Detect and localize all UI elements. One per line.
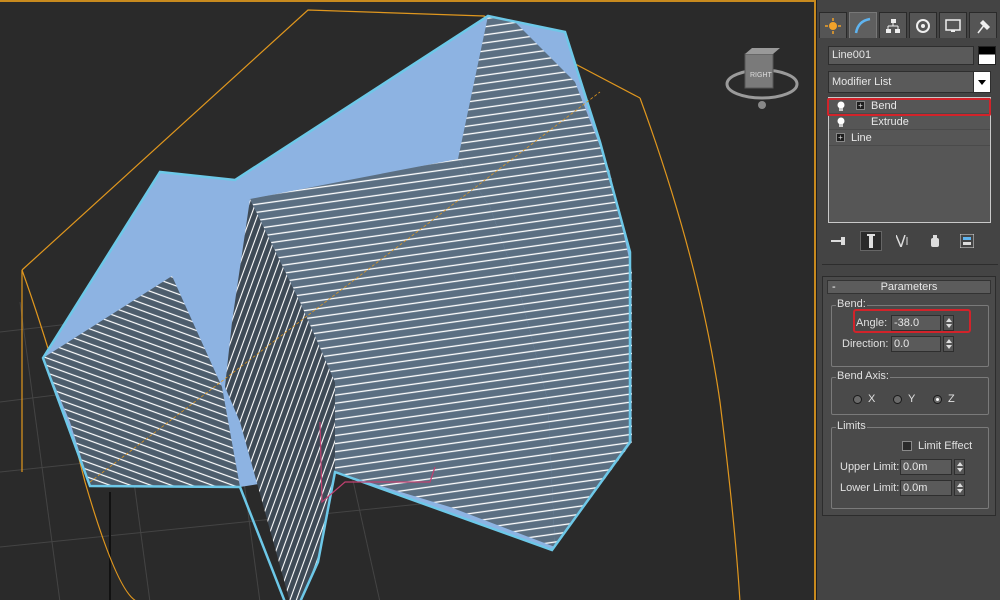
stack-toolbar	[828, 230, 991, 252]
tab-motion[interactable]	[909, 12, 937, 38]
lower-limit-label: Lower Limit:	[840, 482, 900, 494]
utilities-icon	[977, 19, 991, 33]
lightbulb-icon[interactable]	[836, 117, 846, 127]
parameters-title: Parameters	[880, 281, 938, 293]
hierarchy-icon	[886, 18, 900, 33]
stack-item-label: Extrude	[871, 115, 909, 128]
show-end-result-button[interactable]	[860, 231, 882, 251]
svg-text:RIGHT: RIGHT	[750, 72, 773, 79]
trash-icon	[931, 235, 939, 247]
upper-limit-label: Upper Limit:	[840, 461, 900, 473]
axis-z-label: Z	[948, 393, 955, 405]
upper-limit-spinner[interactable]: 0.0m	[900, 459, 965, 475]
stack-item-extrude[interactable]: Extrude	[829, 114, 990, 130]
lower-limit-spinner[interactable]: 0.0m	[900, 480, 965, 496]
stack-item-line[interactable]: + Line	[829, 130, 990, 146]
radio-icon	[853, 394, 862, 404]
configure-icon	[960, 234, 974, 248]
tab-utilities[interactable]	[969, 12, 997, 38]
angle-highlight-box	[853, 309, 971, 333]
object-name-field[interactable]: Line001	[828, 46, 974, 65]
pin-icon	[831, 237, 845, 245]
limit-effect-checkbox[interactable]: Limit Effect	[902, 440, 972, 452]
bend-highlight-box	[827, 98, 991, 116]
end-result-icon	[867, 234, 875, 248]
collapse-icon: -	[832, 281, 836, 293]
viewcube-icon: RIGHT	[725, 48, 799, 109]
stack-item-label: Line	[851, 131, 872, 144]
bend-axis-group-title: Bend Axis:	[836, 370, 890, 382]
radio-icon	[893, 394, 902, 404]
parameters-rollout-header[interactable]: - Parameters	[827, 280, 991, 294]
upper-limit-field[interactable]: 0.0m	[900, 459, 952, 475]
motion-icon	[916, 18, 930, 33]
tab-hierarchy[interactable]	[879, 12, 907, 38]
tab-modify[interactable]	[849, 12, 877, 38]
command-panel-tabs	[817, 12, 1000, 40]
axis-y-radio[interactable]: Y	[893, 393, 915, 405]
modify-icon	[854, 17, 871, 33]
direction-field[interactable]: 0.0	[891, 336, 941, 352]
remove-modifier-button[interactable]	[924, 231, 946, 251]
axis-x-radio[interactable]: X	[853, 393, 875, 405]
perspective-viewport[interactable]: RIGHT	[0, 0, 816, 600]
spinner-arrows-icon[interactable]	[943, 336, 954, 352]
command-panel: Line001 Modifier List + Bend Extrude + L…	[816, 0, 1000, 600]
display-icon	[945, 18, 961, 32]
limits-group: Limits Limit Effect Upper Limit: 0.0m Lo…	[831, 420, 989, 509]
chevron-down-icon	[973, 72, 990, 92]
divider	[822, 264, 998, 265]
make-unique-button[interactable]	[892, 231, 914, 251]
expand-icon[interactable]: +	[836, 133, 845, 142]
limit-effect-label: Limit Effect	[918, 440, 973, 452]
make-unique-icon	[896, 235, 908, 247]
bend-axis-group: Bend Axis: X Y Z	[831, 370, 989, 415]
radio-selected-icon	[933, 394, 942, 404]
tab-display[interactable]	[939, 12, 967, 38]
create-icon	[825, 17, 841, 34]
limits-group-title: Limits	[836, 420, 867, 432]
spinner-arrows-icon[interactable]	[954, 459, 965, 475]
modifier-list-label: Modifier List	[832, 76, 892, 88]
pin-stack-button[interactable]	[828, 231, 850, 251]
checkbox-icon	[902, 441, 912, 451]
axis-z-radio[interactable]: Z	[933, 393, 955, 405]
configure-modifier-sets-button[interactable]	[956, 231, 978, 251]
viewport-scene: RIGHT	[0, 9, 799, 600]
lower-limit-field[interactable]: 0.0m	[900, 480, 952, 496]
axis-y-label: Y	[908, 393, 916, 405]
modifier-list-dropdown[interactable]: Modifier List	[828, 71, 991, 93]
direction-spinner[interactable]: 0.0	[891, 336, 954, 352]
object-color-swatch[interactable]	[978, 46, 996, 65]
tab-create[interactable]	[819, 12, 847, 38]
direction-label: Direction:	[842, 338, 889, 350]
spinner-arrows-icon[interactable]	[954, 480, 965, 496]
axis-x-label: X	[868, 393, 876, 405]
